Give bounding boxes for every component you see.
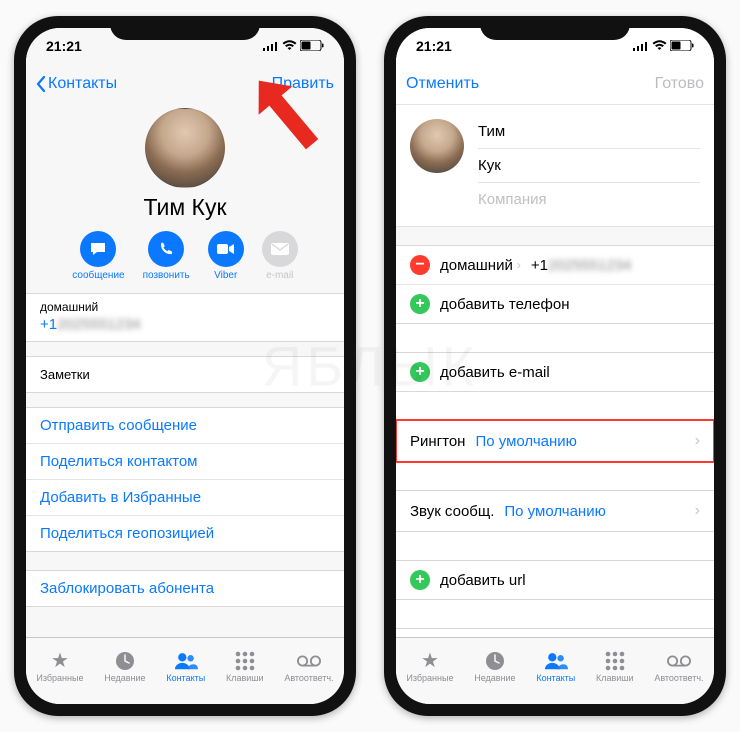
keypad-icon <box>603 650 627 672</box>
first-name-input[interactable]: Тим <box>478 115 700 149</box>
chevron-left-icon <box>36 76 46 92</box>
tab-contacts[interactable]: Контакты <box>536 650 575 683</box>
message-icon <box>80 231 116 267</box>
star-icon: ★ <box>418 650 442 672</box>
ringtone-row[interactable]: Рингтон По умолчанию › <box>396 420 714 462</box>
send-message-link[interactable]: Отправить сообщение <box>26 408 344 444</box>
company-input[interactable]: Компания <box>478 183 700 216</box>
avatar[interactable] <box>145 108 225 188</box>
chevron-right-icon: › <box>695 432 700 450</box>
add-phone-row[interactable]: + добавить телефон <box>396 285 714 323</box>
tab-keypad[interactable]: Клавиши <box>596 650 634 683</box>
tab-recents[interactable]: Недавние <box>474 650 515 683</box>
notch <box>110 16 260 40</box>
viber-button[interactable]: Viber <box>208 231 244 281</box>
message-label: сообщение <box>72 270 124 281</box>
message-button[interactable]: сообщение <box>72 231 124 281</box>
cancel-button[interactable]: Отменить <box>406 75 479 93</box>
contacts-icon <box>174 650 198 672</box>
block-contact-link[interactable]: Заблокировать абонента <box>26 571 344 606</box>
phone-number[interactable]: +12025551234 <box>26 314 344 341</box>
contact-name: Тим Кук <box>26 194 344 221</box>
phone-left: 21:21 Контакты Править <box>14 16 356 716</box>
tab-bar: ★ Избранные Недавние Контакты Клавиши <box>396 637 714 704</box>
chevron-right-icon: › <box>517 258 521 272</box>
voicemail-icon <box>297 650 321 672</box>
video-icon <box>208 231 244 267</box>
notch <box>480 16 630 40</box>
done-button[interactable]: Готово <box>655 75 704 93</box>
tab-bar: ★ Избранные Недавние Контакты Клавиши <box>26 637 344 704</box>
signal-icon <box>263 38 279 54</box>
battery-icon <box>670 38 694 54</box>
tab-favorites[interactable]: ★ Избранные <box>36 650 83 683</box>
text-tone-row[interactable]: Звук сообщ. По умолчанию › <box>396 490 714 532</box>
call-button[interactable]: позвонить <box>143 231 190 281</box>
nav-bar: Отменить Готово <box>396 64 714 105</box>
add-favorite-link[interactable]: Добавить в Избранные <box>26 480 344 516</box>
viber-label: Viber <box>214 270 237 281</box>
voicemail-icon <box>667 650 691 672</box>
wifi-icon <box>652 38 667 54</box>
status-time: 21:21 <box>46 38 82 54</box>
avatar-small[interactable] <box>410 119 464 173</box>
clock-icon <box>113 650 137 672</box>
add-url-row[interactable]: + добавить url <box>396 561 714 599</box>
signal-icon <box>633 38 649 54</box>
star-icon: ★ <box>48 650 72 672</box>
status-time: 21:21 <box>416 38 452 54</box>
call-label: позвонить <box>143 270 190 281</box>
back-label: Контакты <box>48 75 117 93</box>
last-name-input[interactable]: Кук <box>478 149 700 183</box>
back-button[interactable]: Контакты <box>36 75 117 93</box>
email-button: e-mail <box>262 231 298 281</box>
mail-icon <box>262 231 298 267</box>
tab-keypad[interactable]: Клавиши <box>226 650 264 683</box>
add-icon[interactable]: + <box>410 362 430 382</box>
add-icon[interactable]: + <box>410 294 430 314</box>
notes-label[interactable]: Заметки <box>26 357 344 392</box>
tab-favorites[interactable]: ★ Избранные <box>406 650 453 683</box>
tab-voicemail[interactable]: Автоответч. <box>654 650 703 683</box>
wifi-icon <box>282 38 297 54</box>
phone-type-label: домашний <box>26 294 344 314</box>
contacts-icon <box>544 650 568 672</box>
battery-icon <box>300 38 324 54</box>
add-icon[interactable]: + <box>410 570 430 590</box>
share-contact-link[interactable]: Поделиться контактом <box>26 444 344 480</box>
phone-right: 21:21 Отменить Готово Тим <box>384 16 726 716</box>
tab-contacts[interactable]: Контакты <box>166 650 205 683</box>
phone-icon <box>148 231 184 267</box>
tab-voicemail[interactable]: Автоответч. <box>284 650 333 683</box>
phone-row[interactable]: − домашний › +12025551234 <box>396 246 714 285</box>
clock-icon <box>483 650 507 672</box>
add-email-row[interactable]: + добавить e-mail <box>396 353 714 391</box>
remove-icon[interactable]: − <box>410 255 430 275</box>
keypad-icon <box>233 650 257 672</box>
tab-recents[interactable]: Недавние <box>104 650 145 683</box>
share-location-link[interactable]: Поделиться геопозицией <box>26 516 344 551</box>
add-address-row[interactable]: + добавить адрес <box>396 629 714 637</box>
chevron-right-icon: › <box>695 502 700 520</box>
email-label: e-mail <box>266 270 293 281</box>
